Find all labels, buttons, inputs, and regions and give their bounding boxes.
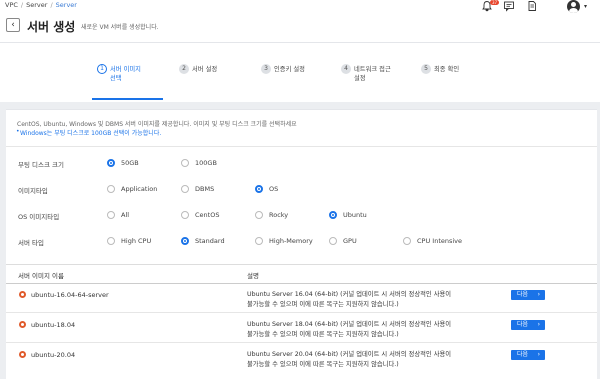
radio-high-memory[interactable]: High-Memory	[255, 237, 313, 245]
back-arrow-icon[interactable]: ‹	[6, 18, 20, 32]
radio-dot	[107, 185, 115, 193]
step-server-image[interactable]: 1 서버 이미지 선택	[97, 64, 141, 83]
notification-badge: 37	[490, 0, 499, 5]
step-label: 네트워크 접근 설정	[354, 66, 391, 82]
radio-dot	[181, 159, 189, 167]
chevron-right-icon: ›	[537, 351, 540, 358]
radio-high-cpu[interactable]: High CPU	[107, 237, 151, 245]
radio-dot	[255, 237, 263, 245]
step-number: 2	[179, 64, 189, 74]
next-button[interactable]: 다음 ›	[511, 350, 545, 360]
radio-application[interactable]: Application	[107, 185, 157, 193]
ubuntu-icon	[19, 321, 26, 328]
image-name: ubuntu-18.04	[31, 321, 76, 329]
breadcrumb-item-server[interactable]: Server	[26, 1, 47, 9]
step-final-review[interactable]: 5 최종 확인	[421, 64, 459, 74]
image-description-line2: 불가능할 수 있으며 이에 따른 복구는 지원하지 않습니다.)	[247, 301, 399, 308]
breadcrumb-item-current[interactable]: Server	[56, 1, 77, 9]
radio-dot	[107, 237, 115, 245]
column-header-image-name: 서버 이미지 이름	[18, 272, 64, 280]
radio-all[interactable]: All	[107, 211, 129, 219]
chevron-right-icon: ›	[537, 321, 540, 328]
step-number: 4	[341, 64, 351, 74]
next-button[interactable]: 다음 ›	[511, 320, 545, 330]
radio-standard[interactable]: Standard	[181, 237, 225, 245]
divider	[6, 146, 597, 147]
ubuntu-icon	[19, 291, 26, 298]
radio-rocky[interactable]: Rocky	[255, 211, 288, 219]
breadcrumb-item-vpc[interactable]: VPC	[5, 1, 18, 9]
radio-dot	[329, 211, 337, 219]
image-description-line1: Ubuntu Server 16.04 (64-bit) (커널 업데이트 시 …	[247, 291, 452, 298]
step-label: 최종 확인	[434, 66, 460, 73]
image-description-line2: 불가능할 수 있으며 이에 따른 복구는 지원하지 않습니다.)	[247, 361, 399, 368]
ubuntu-icon	[19, 351, 26, 358]
step-network-access[interactable]: 4 네트워크 접근 설정	[341, 64, 391, 83]
radio-dot	[255, 211, 263, 219]
top-bar: VPC / Server / Server 37 ▾ ‹ 서버 생성 새로운 VM 서버…	[0, 0, 600, 42]
info-text: CentOS, Ubuntu, Windows 및 DBMS 서버 이미지를 제…	[17, 121, 297, 128]
boot-disk-label: 부팅 디스크 크기	[18, 161, 64, 169]
radio-dot	[329, 237, 337, 245]
table-row-border	[6, 312, 597, 313]
image-description-line1: Ubuntu Server 20.04 (64-bit) (커널 업데이트 시 …	[247, 351, 452, 358]
radio-gpu[interactable]: GPU	[329, 237, 357, 245]
column-header-description: 설명	[247, 272, 259, 280]
radio-dot	[181, 185, 189, 193]
page-subtitle: 새로운 VM 서버를 생성합니다.	[81, 24, 159, 31]
radio-100gb[interactable]: 100GB	[181, 159, 217, 167]
chevron-right-icon: ›	[537, 291, 540, 298]
step-auth-key[interactable]: 3 인증키 설정	[261, 64, 305, 74]
document-icon[interactable]	[526, 0, 538, 12]
page-title: 서버 생성	[27, 20, 76, 34]
radio-dot	[107, 211, 115, 219]
image-description-line2: 불가능할 수 있으며 이에 따른 복구는 지원하지 않습니다.)	[247, 331, 399, 338]
radio-os[interactable]: OS	[255, 185, 278, 193]
table-row-border	[6, 342, 597, 343]
user-avatar-icon[interactable]	[567, 0, 580, 13]
radio-cpu-intensive[interactable]: CPU Intensive	[403, 237, 462, 245]
radio-ubuntu[interactable]: Ubuntu	[329, 211, 367, 219]
step-number: 3	[261, 64, 271, 74]
radio-50gb[interactable]: 50GB	[107, 159, 139, 167]
table-header-border	[6, 283, 597, 284]
step-number: 5	[421, 64, 431, 74]
table-top-border	[6, 264, 597, 265]
radio-dbms[interactable]: DBMS	[181, 185, 214, 193]
step-server-settings[interactable]: 2 서버 설정	[179, 64, 217, 74]
next-button[interactable]: 다음 ›	[511, 290, 545, 300]
chevron-down-icon[interactable]: ▾	[584, 3, 587, 10]
step-label: 서버 설정	[192, 66, 218, 73]
radio-dot	[107, 159, 115, 167]
radio-dot	[181, 211, 189, 219]
step-number: 1	[97, 64, 107, 74]
active-step-underline	[92, 98, 163, 100]
step-label: 인증키 설정	[274, 66, 305, 73]
server-type-label: 서버 타입	[18, 239, 44, 247]
radio-dot	[255, 185, 263, 193]
step-label: 서버 이미지 선택	[110, 66, 141, 82]
image-name: ubuntu-20.04	[31, 351, 76, 359]
radio-dot	[181, 237, 189, 245]
image-name: ubuntu-16.04-64-server	[31, 291, 109, 299]
info-note: Windows는 부팅 디스크로 100GB 선택이 가능합니다.	[16, 128, 161, 137]
image-description-line1: Ubuntu Server 18.04 (64-bit) (커널 업데이트 시 …	[247, 321, 452, 328]
radio-dot	[403, 237, 411, 245]
image-type-label: 이미지타입	[18, 187, 48, 195]
wizard-stepper: 1 서버 이미지 선택 2 서버 설정 3 인증키 설정 4 네트워크 접근 설정 …	[0, 42, 600, 102]
radio-centos[interactable]: CentOS	[181, 211, 219, 219]
os-image-type-label: OS 이미지타입	[18, 213, 60, 221]
chat-icon[interactable]	[503, 0, 515, 12]
breadcrumb: VPC / Server / Server	[5, 1, 77, 9]
